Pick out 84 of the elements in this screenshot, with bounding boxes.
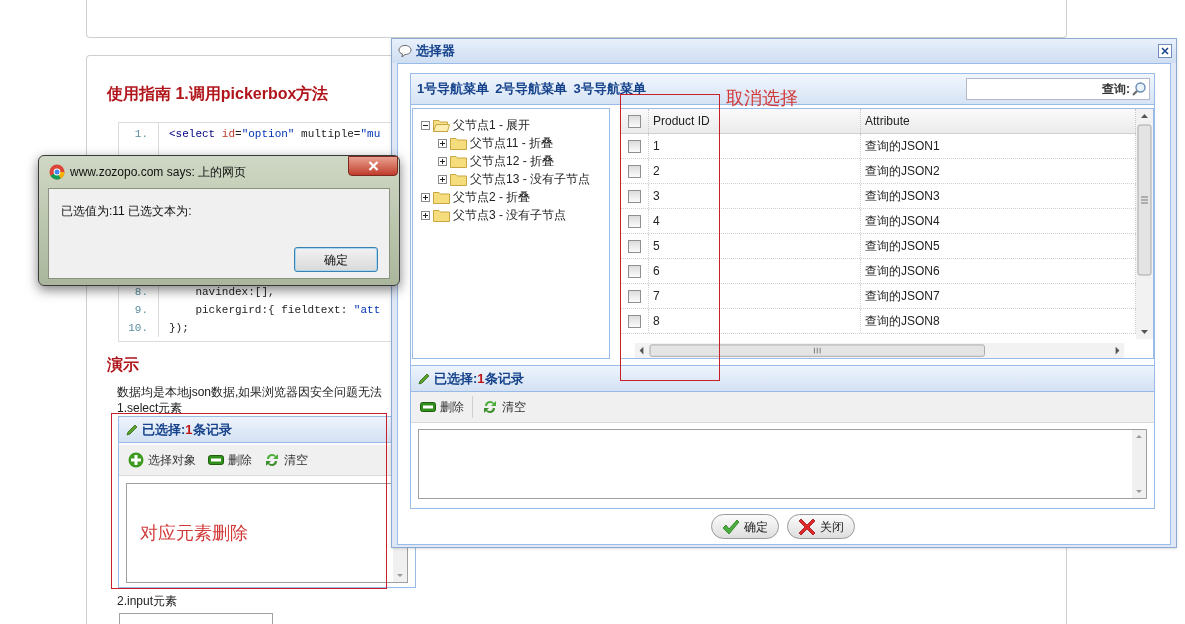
minus-icon: [420, 402, 436, 412]
delete-button[interactable]: 删除: [205, 449, 255, 471]
clear-button[interactable]: 清空: [479, 396, 529, 418]
expand-icon[interactable]: [421, 210, 430, 220]
annotation-text: 取消选择: [726, 87, 798, 109]
search-field[interactable]: 查询:: [966, 78, 1150, 100]
ok-button[interactable]: 确定: [294, 247, 378, 272]
expand-icon[interactable]: [438, 138, 447, 148]
field-label: 1.select元素: [117, 400, 183, 416]
tree-node[interactable]: 父节点11 - 折叠: [470, 134, 554, 152]
checkbox[interactable]: [628, 189, 641, 203]
search-icon[interactable]: [1131, 81, 1147, 97]
line-number: 10.: [119, 319, 159, 337]
pencil-icon: [125, 422, 139, 437]
tree-node[interactable]: 父节点1 - 展开: [453, 116, 531, 134]
check-icon: [721, 518, 740, 535]
search-label: 查询:: [1102, 81, 1130, 98]
scrollbar[interactable]: [1132, 430, 1146, 498]
expand-icon[interactable]: [438, 174, 447, 184]
expand-icon[interactable]: [438, 156, 447, 166]
code-line: navindex:[],: [194, 284, 275, 300]
table-cell: 1: [649, 134, 861, 158]
minus-icon: [208, 455, 224, 465]
table-cell: 5: [649, 234, 861, 258]
code-line: pickergird:{ fieldtext: "att: [194, 302, 381, 318]
nav-menu-link[interactable]: 3号导航菜单: [573, 79, 646, 99]
line-number: 1.: [119, 123, 159, 145]
checkbox[interactable]: [628, 264, 641, 278]
checkbox[interactable]: [628, 139, 641, 153]
checkbox[interactable]: [628, 164, 641, 178]
table-cell: 3: [649, 184, 861, 208]
panel-title: 已选择:1条记录: [434, 369, 524, 388]
add-button[interactable]: 选择对象: [125, 449, 199, 471]
table-cell: 7: [649, 284, 861, 308]
code-line: <select id="option" multiple="mu: [168, 126, 381, 142]
checkbox[interactable]: [628, 289, 641, 303]
description-text: 数据均是本地json数据,如果浏览器因安全问题无法: [117, 384, 383, 400]
dialog-title: 选择器: [416, 42, 456, 61]
checkbox[interactable]: [628, 239, 641, 253]
folder-icon: [433, 190, 450, 204]
folder-icon: [433, 118, 450, 132]
annotation-text: 对应元素删除: [140, 523, 248, 543]
browser-icon: [49, 164, 65, 180]
delete-button[interactable]: 删除: [417, 396, 473, 418]
table-cell: 8: [649, 309, 861, 333]
checkbox[interactable]: [628, 114, 641, 128]
close-button[interactable]: 关闭: [786, 514, 855, 539]
tree-node[interactable]: 父节点2 - 折叠: [453, 188, 531, 206]
confirm-button[interactable]: 确定: [710, 514, 779, 539]
folder-icon: [450, 154, 467, 168]
clear-button[interactable]: 清空: [261, 449, 311, 471]
refresh-icon: [482, 399, 498, 415]
expand-icon[interactable]: [421, 192, 430, 202]
folder-icon: [450, 172, 467, 186]
field-label: 2.input元素: [117, 593, 178, 609]
tree-node[interactable]: 父节点3 - 没有子节点: [453, 206, 567, 224]
table-cell: 2: [649, 159, 861, 183]
folder-icon: [450, 136, 467, 150]
table-cell: 4: [649, 209, 861, 233]
close-icon: [797, 517, 816, 536]
collapse-icon[interactable]: [421, 120, 430, 130]
scrollbar[interactable]: [1136, 109, 1153, 339]
panel-title: 已选择:1条记录: [142, 420, 232, 439]
checkbox[interactable]: [628, 314, 641, 328]
tree-node[interactable]: 父节点12 - 折叠: [470, 152, 554, 170]
section-heading: 使用指南 1.调用pickerbox方法: [107, 84, 329, 104]
speech-bubble-icon: [398, 44, 412, 58]
table-cell: 6: [649, 259, 861, 283]
dialog-title: www.zozopo.com says: 上的网页: [70, 164, 247, 181]
line-number: 9.: [119, 301, 159, 319]
column-header[interactable]: Product ID: [649, 109, 861, 133]
nav-menu-link[interactable]: 1号导航菜单: [417, 79, 490, 99]
pencil-icon: [417, 371, 431, 386]
code-line: });: [168, 320, 189, 336]
folder-icon: [433, 208, 450, 222]
tree-node[interactable]: 父节点13 - 没有子节点: [470, 170, 590, 188]
alert-message: 已选值为:11 已选文本为:: [61, 203, 193, 220]
text-area[interactable]: [418, 429, 1147, 499]
close-button[interactable]: [348, 156, 398, 176]
plus-circle-icon: [128, 452, 144, 468]
refresh-icon: [264, 452, 280, 468]
checkbox[interactable]: [628, 214, 641, 228]
section-heading: 演示: [107, 355, 139, 375]
nav-menu-link[interactable]: 2号导航菜单: [495, 79, 568, 99]
